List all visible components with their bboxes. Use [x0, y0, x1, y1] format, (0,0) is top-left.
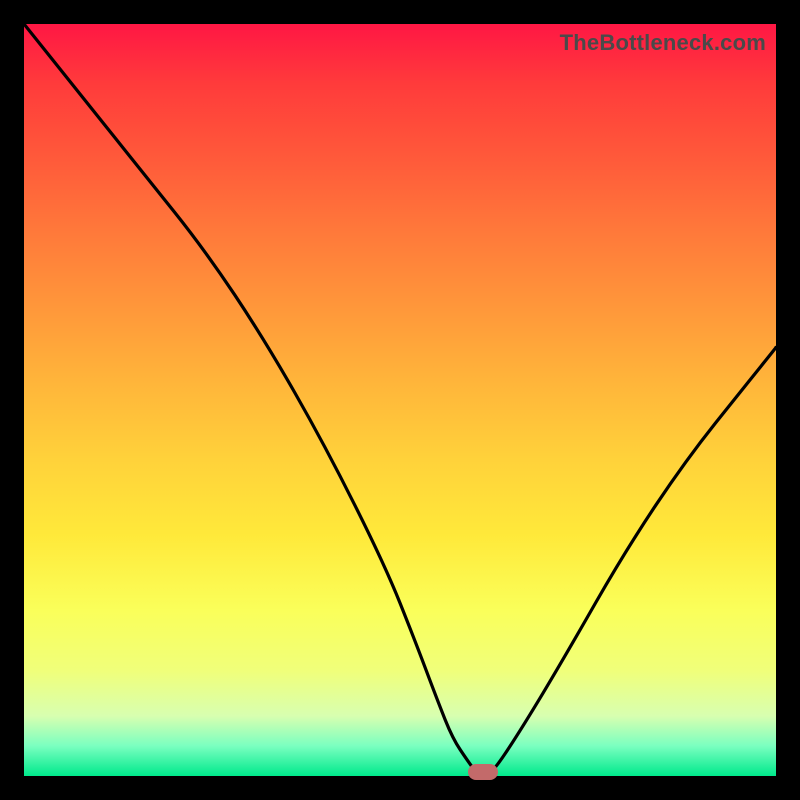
optimum-marker: [468, 764, 498, 780]
chart-canvas: TheBottleneck.com: [0, 0, 800, 800]
plot-area: TheBottleneck.com: [24, 24, 776, 776]
bottleneck-curve: [24, 24, 776, 776]
